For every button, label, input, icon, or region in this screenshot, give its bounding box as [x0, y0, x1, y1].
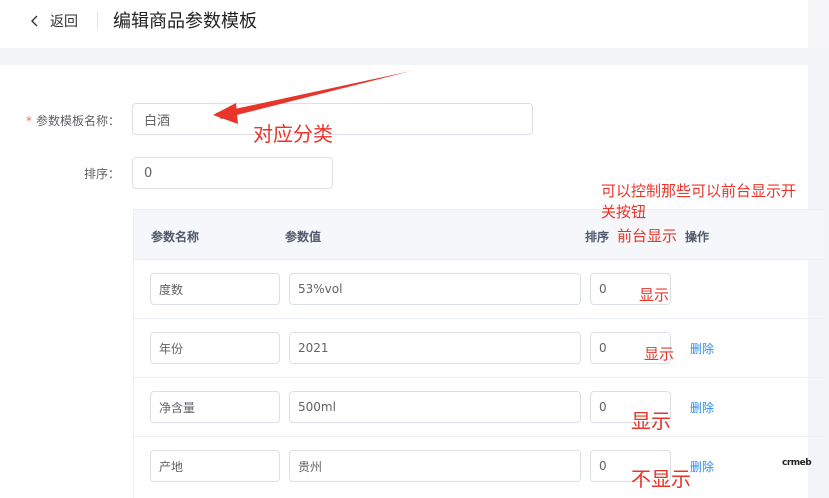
- annotation-note-line2: 关按钮: [601, 203, 647, 221]
- annotation-frontend-display: 前台显示: [617, 227, 678, 245]
- annotation-row2: 显示: [644, 345, 675, 363]
- crmeb-logo: crmeb: [782, 458, 812, 468]
- annotation-category: 对应分类: [253, 122, 333, 146]
- annotation-arrow-icon: [213, 71, 411, 124]
- annotation-row1: 显示: [639, 286, 670, 304]
- annotation-row3: 显示: [631, 409, 671, 433]
- annotation-row4: 不显示: [631, 467, 691, 491]
- annotation-note-line1: 可以控制那些可以前台显示开: [601, 182, 797, 200]
